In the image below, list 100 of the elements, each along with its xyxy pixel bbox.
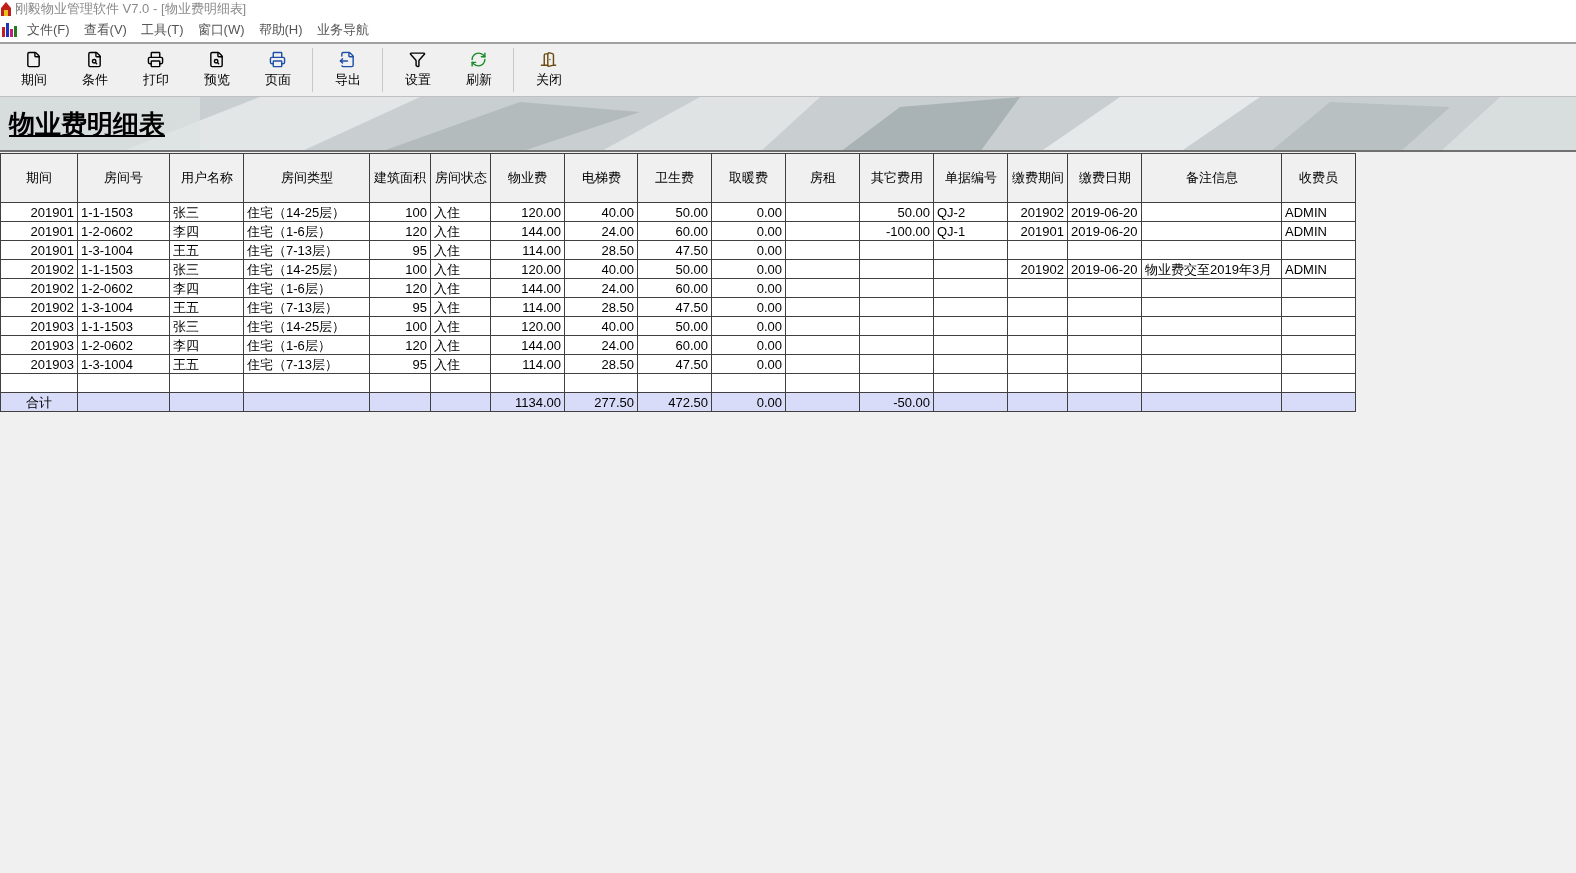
filter-icon: [409, 50, 426, 68]
menu-item[interactable]: 窗口(W): [190, 19, 252, 40]
toolbar-button[interactable]: 导出: [317, 47, 378, 93]
table-cell: 入住: [434, 242, 460, 258]
toolbar-button[interactable]: 页面: [247, 47, 308, 93]
table-cell: 住宅（14-25层）: [247, 318, 346, 334]
total-cell: -50.00: [893, 394, 930, 410]
table-cell: 0.00: [756, 242, 782, 258]
table-cell: 入住: [434, 261, 460, 277]
table-cell: 入住: [434, 280, 460, 296]
table-cell: 李四: [173, 337, 199, 353]
toolbar-button[interactable]: 设置: [387, 47, 448, 93]
table-cell: 201901: [30, 204, 74, 220]
column-header: 缴费日期: [1067, 153, 1142, 203]
menu-item[interactable]: 业务导航: [309, 19, 376, 40]
column-header: 收费员: [1281, 153, 1356, 203]
table-cell: 0.00: [756, 280, 782, 296]
table-cell: 24.00: [601, 337, 634, 353]
toolbar-button[interactable]: 预览: [186, 47, 247, 93]
table-cell: 王五: [173, 299, 199, 315]
table-cell: 201902: [30, 280, 74, 296]
table-cell: 201902: [1020, 261, 1064, 277]
table-cell: 0.00: [756, 356, 782, 372]
window-title: 刚毅物业管理软件 V7.0 - [物业费明细表]: [15, 2, 247, 15]
table-cell: 住宅（1-6层）: [247, 223, 331, 239]
table-cell: 住宅（7-13层）: [247, 356, 339, 372]
table-cell: 50.00: [675, 204, 708, 220]
table-cell: 28.50: [601, 299, 634, 315]
table-cell: 201903: [30, 337, 74, 353]
toolbar-button[interactable]: 条件: [64, 47, 125, 93]
table-cell: 50.00: [675, 318, 708, 334]
menu-item[interactable]: 文件(F): [20, 19, 77, 40]
toolbar-button[interactable]: 期间: [3, 47, 64, 93]
table-cell: 100: [405, 204, 427, 220]
table-cell: ADMIN: [1285, 204, 1327, 220]
table-cell: ADMIN: [1285, 261, 1327, 277]
table-cell: 入住: [434, 356, 460, 372]
refresh-icon: [470, 50, 487, 68]
table-cell: 0.00: [756, 204, 782, 220]
table-cell: 24.00: [601, 280, 634, 296]
table-cell: 2019-06-20: [1071, 204, 1138, 220]
table-cell: 144.00: [521, 223, 561, 239]
exit-icon: [540, 50, 557, 68]
table-cell: 0.00: [756, 261, 782, 277]
table-cell: 100: [405, 318, 427, 334]
table-cell: 100: [405, 261, 427, 277]
column-header: 房间状态: [430, 153, 491, 203]
table-cell: 120.00: [521, 261, 561, 277]
column-header: 建筑面积: [369, 153, 431, 203]
toolbar-button[interactable]: 打印: [125, 47, 186, 93]
table-cell: 1-2-0602: [81, 337, 134, 353]
table-cell: 入住: [434, 337, 460, 353]
table-cell: 201902: [30, 299, 74, 315]
table-cell: 0.00: [756, 337, 782, 353]
table-cell: 28.50: [601, 242, 634, 258]
table-cell: 60.00: [675, 337, 708, 353]
table-cell: 50.00: [675, 261, 708, 277]
column-header: 电梯费: [564, 153, 638, 203]
table-cell: 201902: [30, 261, 74, 277]
toolbar-button[interactable]: 关闭: [518, 47, 579, 93]
table-cell: 47.50: [675, 356, 708, 372]
column-header: 物业费: [490, 153, 565, 203]
table-cell: 201901: [30, 242, 74, 258]
table-cell: 60.00: [675, 223, 708, 239]
table-cell: 114.00: [522, 242, 561, 258]
column-header: 备注信息: [1141, 153, 1282, 203]
table-cell: 1-1-1503: [81, 261, 134, 277]
toolbar-button[interactable]: 刷新: [448, 47, 509, 93]
column-header: 房间号: [77, 153, 170, 203]
table-cell: 201901: [30, 223, 74, 239]
document-icon: [25, 50, 42, 68]
table-cell: 李四: [173, 280, 199, 296]
table-cell: 120.00: [521, 204, 561, 220]
table-cell: ADMIN: [1285, 223, 1327, 239]
table-cell: 入住: [434, 204, 460, 220]
table-cell: 95: [412, 356, 427, 372]
table-cell: 1-3-1004: [81, 242, 134, 258]
document-search-icon: [86, 50, 103, 68]
table-cell: 2019-06-20: [1071, 223, 1138, 239]
column-header: 缴费期间: [1007, 153, 1068, 203]
table-cell: 张三: [173, 204, 199, 220]
table-cell: 201903: [30, 318, 74, 334]
table-cell: 住宅（14-25层）: [247, 261, 346, 277]
table-cell: 入住: [434, 223, 460, 239]
menu-item[interactable]: 帮助(H): [251, 19, 310, 40]
table-cell: 114.00: [522, 299, 561, 315]
table-cell: 144.00: [521, 337, 561, 353]
table-cell: 张三: [173, 318, 199, 334]
table-cell: 入住: [434, 318, 460, 334]
house-icon: [1, 1, 11, 16]
table-cell: 1-3-1004: [81, 356, 134, 372]
total-cell: 472.50: [668, 394, 708, 410]
menu-item[interactable]: 查看(V): [76, 19, 134, 40]
export-icon: [339, 50, 356, 68]
table-cell: 47.50: [675, 242, 708, 258]
menu-item[interactable]: 工具(T): [133, 19, 191, 40]
table-cell: 47.50: [675, 299, 708, 315]
table-cell: 王五: [173, 242, 199, 258]
table-cell: 24.00: [601, 223, 634, 239]
document-search-icon: [208, 50, 225, 68]
